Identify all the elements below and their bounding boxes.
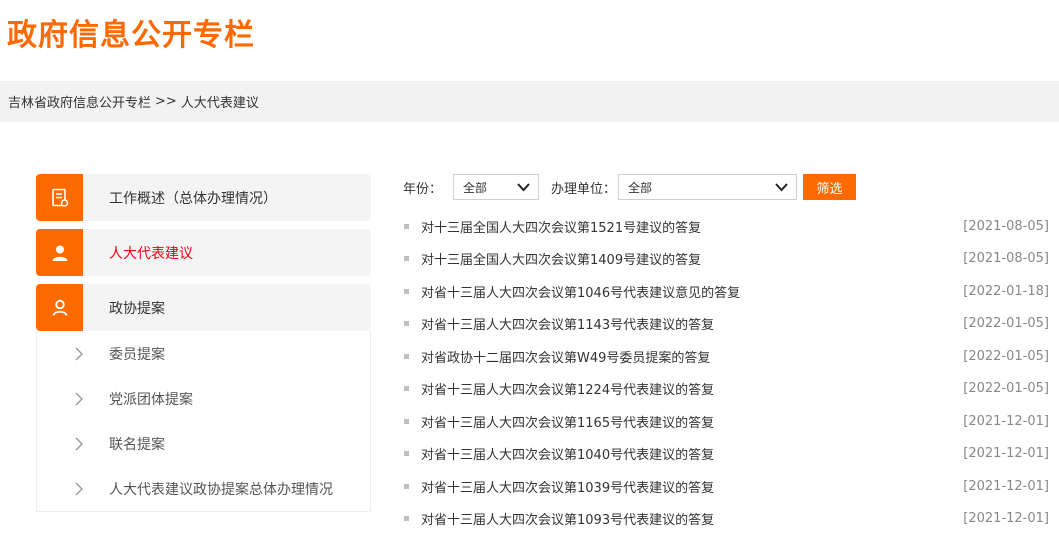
list-item: 对省政协十二届四次会议第W49号委员提案的答复 [2022-01-05] [403, 340, 1053, 373]
chevron-right-icon [75, 437, 87, 451]
list-item-date: [2022-01-05] [963, 316, 1049, 331]
chevron-right-icon [75, 392, 87, 406]
sidebar: 工作概述（总体办理情况） 人大代表建议 政协提案 委员提案 [36, 174, 371, 512]
list-item-date: [2021-12-01] [963, 414, 1049, 429]
sidebar-sub-item-joint-proposals[interactable]: 联名提案 [37, 421, 370, 466]
list-item: 对省十三届人大四次会议第1143号代表建议的答复 [2022-01-05] [403, 308, 1053, 341]
filter-bar: 年份： 全部 办理单位： 全部 筛选 [403, 174, 856, 200]
unit-label: 办理单位： [551, 178, 616, 197]
bullet-icon [404, 321, 409, 326]
year-label: 年份： [403, 178, 442, 197]
list-item-title-link[interactable]: 对省十三届人大四次会议第1039号代表建议的答复 [421, 477, 714, 496]
year-select-value: 全部 [463, 179, 487, 196]
sidebar-sub-item-label: 党派团体提案 [109, 389, 193, 409]
list-item-title-link[interactable]: 对省十三届人大四次会议第1093号代表建议的答复 [421, 509, 714, 528]
list-item-date: [2021-12-01] [963, 511, 1049, 526]
list-item-title-link[interactable]: 对省十三届人大四次会议第1040号代表建议的答复 [421, 444, 714, 463]
sidebar-item-npc-suggestions[interactable]: 人大代表建议 [36, 229, 371, 276]
list-item-title-link[interactable]: 对省政协十二届四次会议第W49号委员提案的答复 [421, 347, 710, 366]
chevron-right-icon [75, 482, 87, 496]
list-item-date: [2022-01-18] [963, 284, 1049, 299]
sidebar-item-label: 人大代表建议 [109, 243, 193, 263]
sidebar-sub-item-overall-handling[interactable]: 人大代表建议政协提案总体办理情况 [37, 466, 370, 511]
chevron-right-icon [75, 347, 87, 361]
list-item-title-link[interactable]: 对省十三届人大四次会议第1046号代表建议意见的答复 [421, 282, 740, 301]
person-icon [36, 229, 83, 276]
list-item-title-link[interactable]: 对省十三届人大四次会议第1165号代表建议的答复 [421, 412, 714, 431]
page-title: 政府信息公开专栏 [7, 10, 255, 54]
sidebar-item-label: 政协提案 [109, 298, 165, 318]
list-item: 对省十三届人大四次会议第1046号代表建议意见的答复 [2022-01-18] [403, 275, 1053, 308]
list-item-date: [2022-01-05] [963, 349, 1049, 364]
bullet-icon [404, 289, 409, 294]
sidebar-sub-item-label: 委员提案 [109, 344, 165, 364]
bullet-icon [404, 484, 409, 489]
list-item-date: [2022-01-05] [963, 381, 1049, 396]
document-icon [36, 174, 83, 221]
breadcrumb-root-link[interactable]: 吉林省政府信息公开专栏 [8, 92, 151, 111]
list-item-date: [2021-08-05] [963, 251, 1049, 266]
bullet-icon [404, 224, 409, 229]
breadcrumb-current: 人大代表建议 [181, 92, 259, 111]
breadcrumb-separator: >> [155, 94, 177, 109]
bullet-icon [404, 516, 409, 521]
list-item-title-link[interactable]: 对省十三届人大四次会议第1143号代表建议的答复 [421, 314, 714, 333]
list-item-date: [2021-12-01] [963, 446, 1049, 461]
year-select[interactable]: 全部 [453, 174, 539, 200]
sidebar-sub-item-member-proposals[interactable]: 委员提案 [37, 331, 370, 376]
unit-select[interactable]: 全部 [618, 174, 797, 200]
list-item: 对十三届全国人大四次会议第1521号建议的答复 [2021-08-05] [403, 210, 1053, 243]
bullet-icon [404, 354, 409, 359]
list-item-title-link[interactable]: 对省十三届人大四次会议第1224号代表建议的答复 [421, 379, 714, 398]
list-item: 对省十三届人大四次会议第1093号代表建议的答复 [2021-12-01] [403, 503, 1053, 535]
bullet-icon [404, 256, 409, 261]
sidebar-sub-item-party-proposals[interactable]: 党派团体提案 [37, 376, 370, 421]
user-outline-icon [36, 284, 83, 331]
sidebar-sub-item-label: 联名提案 [109, 434, 165, 454]
sidebar-item-cppcc-proposals[interactable]: 政协提案 [36, 284, 371, 331]
sidebar-item-work-overview[interactable]: 工作概述（总体办理情况） [36, 174, 371, 221]
bullet-icon [404, 419, 409, 424]
suggestion-list: 对十三届全国人大四次会议第1521号建议的答复 [2021-08-05] 对十三… [403, 210, 1053, 535]
filter-button[interactable]: 筛选 [803, 174, 856, 200]
list-item: 对省十三届人大四次会议第1165号代表建议的答复 [2021-12-01] [403, 405, 1053, 438]
list-item-date: [2021-08-05] [963, 219, 1049, 234]
breadcrumb: 吉林省政府信息公开专栏 >> 人大代表建议 [0, 81, 1059, 122]
list-item: 对省十三届人大四次会议第1224号代表建议的答复 [2022-01-05] [403, 373, 1053, 406]
list-item: 对十三届全国人大四次会议第1409号建议的答复 [2021-08-05] [403, 243, 1053, 276]
bullet-icon [404, 451, 409, 456]
list-item: 对省十三届人大四次会议第1040号代表建议的答复 [2021-12-01] [403, 438, 1053, 471]
bullet-icon [404, 386, 409, 391]
list-item: 对省十三届人大四次会议第1039号代表建议的答复 [2021-12-01] [403, 470, 1053, 503]
sidebar-sub-list: 委员提案 党派团体提案 联名提案 人大代表建议政协提案总体办理情况 [36, 331, 371, 512]
sidebar-item-label: 工作概述（总体办理情况） [109, 188, 277, 208]
chevron-down-icon [517, 181, 530, 195]
unit-select-value: 全部 [628, 179, 652, 196]
sidebar-sub-item-label: 人大代表建议政协提案总体办理情况 [109, 479, 333, 499]
list-item-title-link[interactable]: 对十三届全国人大四次会议第1409号建议的答复 [421, 249, 701, 268]
chevron-down-icon [775, 181, 788, 195]
list-item-title-link[interactable]: 对十三届全国人大四次会议第1521号建议的答复 [421, 217, 701, 236]
list-item-date: [2021-12-01] [963, 479, 1049, 494]
